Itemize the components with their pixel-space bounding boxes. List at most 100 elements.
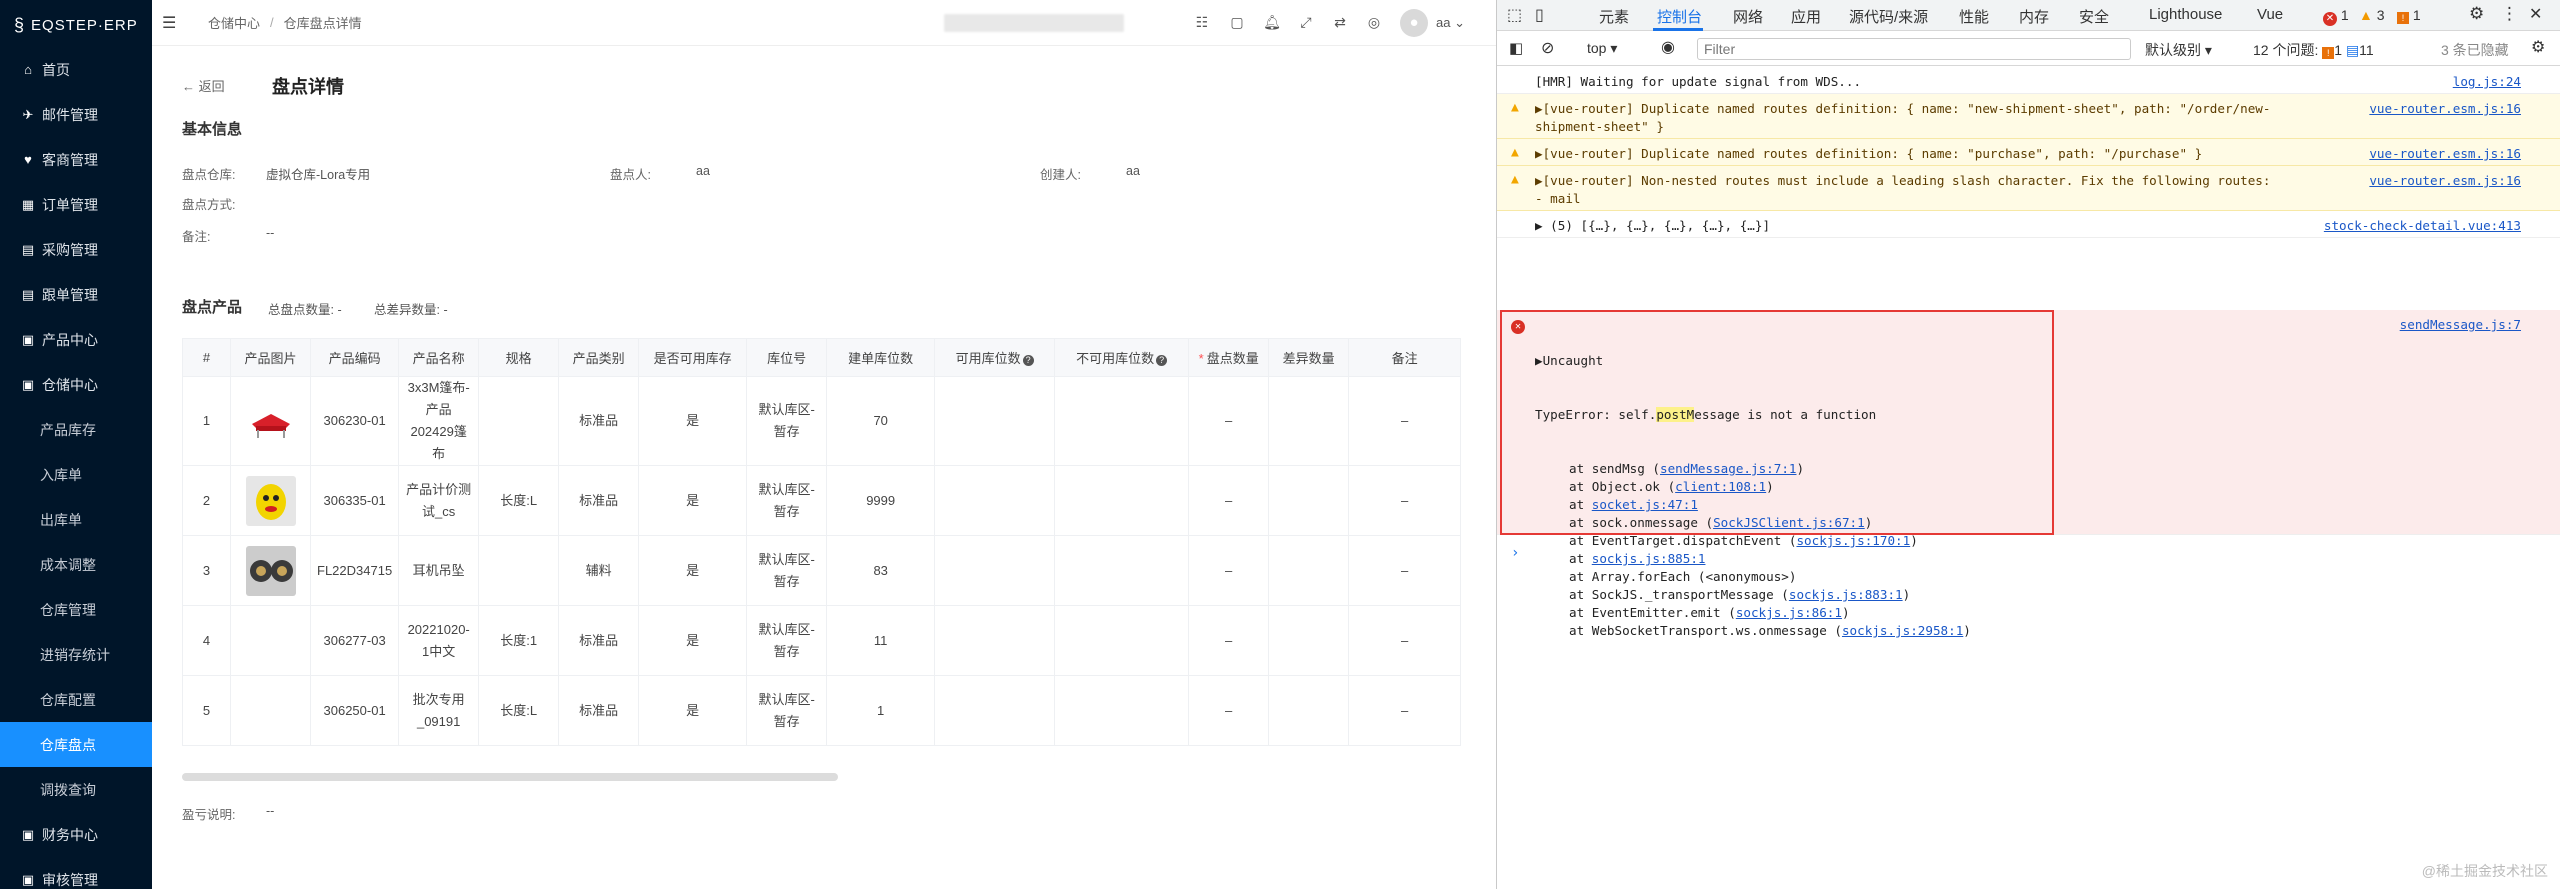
theme-icon[interactable]: ◎ [1364,12,1384,32]
sidebar-item-label: 订单管理 [42,196,98,213]
warning-badge[interactable]: ▲ 3 [2359,7,2385,23]
devtools-tab[interactable]: 网络 [1733,6,1763,27]
fullscreen-icon[interactable]: ⤢ [1296,12,1316,32]
sidebar-item[interactable]: ⌂ 首页 [0,47,152,92]
product-image-ball[interactable] [245,475,296,526]
clear-console-icon[interactable]: ⊘ [1541,38,1554,58]
cell-no: 1 [182,375,231,467]
product-image-earring[interactable] [245,545,296,596]
sidebar-item[interactable]: ▤ 采购管理 [0,227,152,272]
user-menu[interactable]: aa ⌄ [1436,15,1465,31]
breadcrumb-parent[interactable]: 仓储中心 [208,13,260,32]
sidebar-item[interactable]: 仓库配置 [0,677,152,722]
stack-frame-link[interactable]: sockjs.js:2958:1 [1842,623,1963,638]
sidebar-item[interactable]: 产品库存 [0,407,152,452]
cell-img [230,535,311,607]
cell-remark: – [1348,605,1462,677]
list-icon[interactable]: ☷ [1192,12,1212,32]
devtools-tab[interactable]: 应用 [1791,6,1821,27]
console-source-link[interactable]: stock-check-detail.vue:413 [2324,217,2521,235]
help-icon[interactable]: ? [1022,355,1034,366]
console-message[interactable]: ▶ (5) [{…}, {…}, {…}, {…}, {…}] [1535,217,1770,235]
context-select[interactable]: top ▾ [1587,40,1617,57]
logo[interactable]: § EQSTEP·ERP [0,0,152,50]
back-button[interactable]: ← 返回 [182,76,225,95]
devtools-tab[interactable]: 安全 [2079,6,2109,27]
sidebar-item[interactable]: ▤ 跟单管理 [0,272,152,317]
stack-frame-link[interactable]: sockjs.js:885:1 [1592,551,1706,566]
console-message[interactable]: ▶[vue-router] Duplicate named routes def… [1535,145,2202,163]
sidebar-toggle-icon[interactable]: ◧ [1509,39,1523,57]
sidebar-item[interactable]: ♥ 客商管理 [0,137,152,182]
device-toggle-icon[interactable]: ▯ [1535,5,1544,25]
sidebar-item[interactable]: 仓库盘点 [0,722,152,767]
sidebar-item[interactable]: ▣ 审核管理 [0,857,152,889]
devtools-tab[interactable]: 性能 [1959,6,1989,27]
error-source-link[interactable]: sendMessage.js:7 [2400,316,2521,334]
sidebar-item[interactable]: ✈ 邮件管理 [0,92,152,137]
devtools-tab[interactable]: Lighthouse [2149,6,2222,23]
log-level-select[interactable]: 默认级别 ▾ [2145,40,2212,60]
console-log-entry: ▶ (5) [{…}, {…}, {…}, {…}, {…}] stock-che… [1497,211,2560,238]
help-icon[interactable]: ? [1156,355,1168,366]
stack-frame-link[interactable]: sockjs.js:86:1 [1736,605,1842,620]
sidebar-item[interactable]: 成本调整 [0,542,152,587]
devtools-tab[interactable]: Vue [2257,6,2283,23]
cell-code: 306230-01 [309,375,400,467]
product-image-tent[interactable] [246,396,296,446]
sidebar-item[interactable]: 仓库管理 [0,587,152,632]
document-icon[interactable]: ▢ [1227,12,1247,32]
console-message[interactable]: [HMR] Waiting for update signal from WDS… [1535,73,1861,91]
devtools-tab[interactable]: 元素 [1599,6,1629,27]
menu-toggle-icon[interactable]: ☰ [162,13,184,33]
warning-icon: ▲ [1511,100,1519,115]
stack-frame-link[interactable]: sockjs.js:883:1 [1789,587,1903,602]
bell-icon[interactable]: 🔔︎ [1262,12,1282,32]
inspect-icon[interactable]: ⬚ [1507,5,1522,25]
console-source-link[interactable]: log.js:24 [2453,73,2521,91]
filter-input[interactable]: Filter [1697,38,2131,60]
sidebar-item[interactable]: 调拨查询 [0,767,152,812]
diff-count: 总差异数量: - [374,303,448,317]
translate-icon[interactable]: ⇄ [1330,12,1350,32]
console-source-link[interactable]: vue-router.esm.js:16 [2369,145,2521,163]
heart-icon: ♥ [24,152,32,167]
eye-icon[interactable]: ◉ [1661,37,1675,57]
sidebar-item[interactable]: ▣ 仓储中心 [0,362,152,407]
error-badge[interactable]: ✕ 1 [2323,7,2349,26]
sidebar-item[interactable]: 进销存统计 [0,632,152,677]
issues-summary[interactable]: 12 个问题: ! 1 ▤11 [2253,40,2374,60]
warning-icon: ▲ [2359,7,2373,23]
checker-label: 盘点人: [610,168,651,182]
console-message[interactable]: ▶[vue-router] Non-nested routes must inc… [1535,172,2270,208]
grid-icon: ▦ [21,196,35,212]
devtools-tab[interactable]: 控制台 [1657,6,1702,27]
devtools-tab[interactable]: 源代码/来源 [1849,6,1928,27]
sidebar-item[interactable]: 入库单 [0,452,152,497]
sidebar-item[interactable]: ▣ 财务中心 [0,812,152,857]
console-source-link[interactable]: vue-router.esm.js:16 [2369,172,2521,190]
console-output: [HMR] Waiting for update signal from WDS… [1497,67,2560,889]
sidebar-item[interactable]: 出库单 [0,497,152,542]
sidebar-item[interactable]: ▣ 产品中心 [0,317,152,362]
home-icon: ⌂ [24,62,32,77]
console-message[interactable]: ▶[vue-router] Duplicate named routes def… [1535,100,2270,136]
active-tab-indicator [1653,28,1703,31]
avatar[interactable]: ● [1400,9,1428,37]
gear-icon[interactable]: ⚙ [2469,4,2484,24]
more-menu-icon[interactable]: ⋮ [2501,4,2518,24]
cell-bad [1054,375,1190,467]
stack-frame-link[interactable]: sockjs.js:170:1 [1796,533,1910,548]
horizontal-scrollbar[interactable] [182,773,838,781]
sidebar-item[interactable]: ▦ 订单管理 [0,182,152,227]
close-icon[interactable]: ✕ [2529,4,2542,24]
console-source-link[interactable]: vue-router.esm.js:16 [2369,100,2521,118]
sidebar-item-label: 出库单 [40,511,82,528]
cell-name: 批次专用_09191 [398,675,480,747]
issue-badge[interactable]: ! 1 [2397,7,2421,24]
cell-spec: 长度:L [478,675,560,747]
cell-cat: 标准品 [558,465,640,537]
devtools-tab[interactable]: 内存 [2019,6,2049,27]
console-settings-icon[interactable]: ⚙ [2531,37,2545,57]
console-prompt[interactable]: › [1511,545,1519,561]
